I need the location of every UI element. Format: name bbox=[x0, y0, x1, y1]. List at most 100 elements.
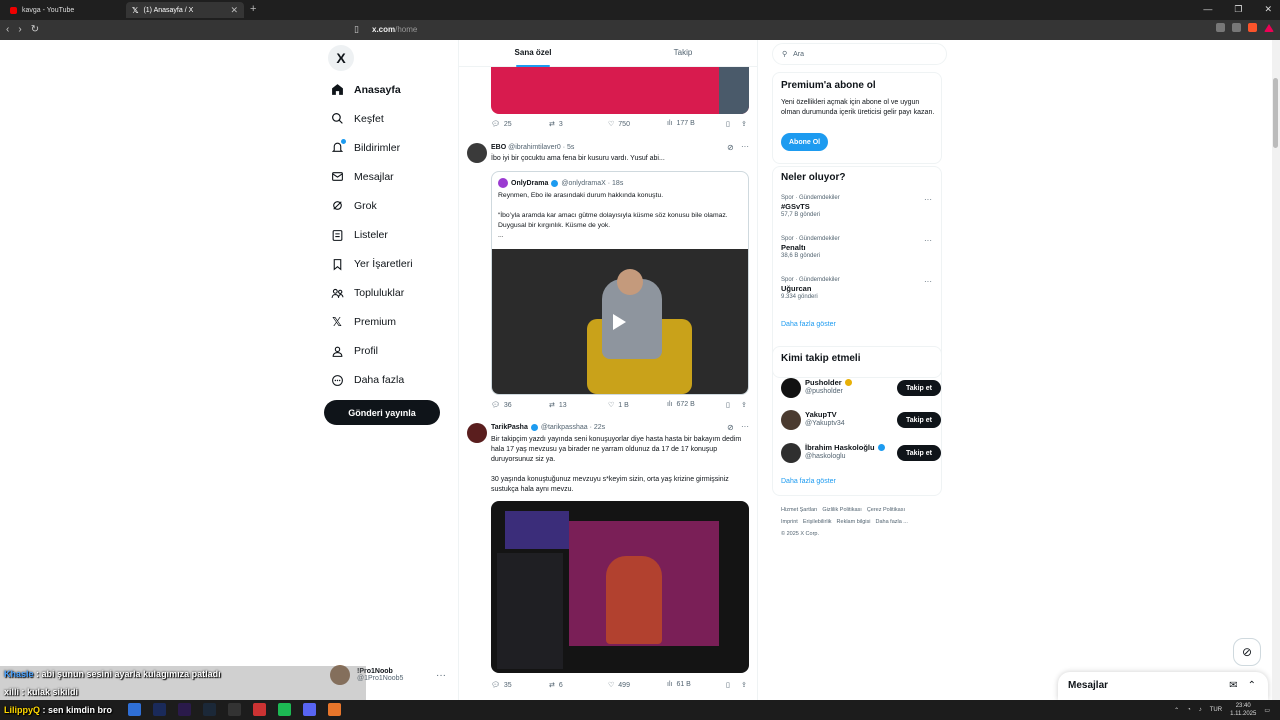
views-button[interactable]: ılı 61 B bbox=[667, 681, 691, 688]
reply-button[interactable]: 💬︎ 36 bbox=[491, 401, 512, 410]
nav-item-communities[interactable]: Topluluklar bbox=[330, 279, 413, 308]
chevron-up-icon[interactable]: ⌃ bbox=[1174, 707, 1179, 714]
repost-button[interactable]: ⇄ 13 bbox=[549, 401, 567, 410]
like-button[interactable]: ♡ 1 B bbox=[608, 401, 629, 410]
footer-link[interactable]: Gizlilik Politikası bbox=[822, 507, 861, 513]
trend-item[interactable]: Spor · Gündemdekiler #GSvTS 57,7 B gönderi… bbox=[781, 195, 936, 218]
discord-icon[interactable] bbox=[303, 703, 316, 716]
follow-button[interactable]: Takip et bbox=[897, 412, 941, 428]
share-button[interactable]: ⇪ bbox=[741, 401, 747, 409]
avatar[interactable] bbox=[467, 143, 487, 163]
photoshop-icon[interactable] bbox=[153, 703, 166, 716]
video-player[interactable] bbox=[492, 249, 748, 394]
bookmark-button[interactable]: ▯ bbox=[726, 401, 730, 409]
more-icon[interactable]: ··· bbox=[741, 422, 749, 431]
footer-link[interactable]: Daha fazla ... bbox=[875, 519, 907, 525]
nav-item-explore[interactable]: Keşfet bbox=[330, 104, 413, 133]
tab-following[interactable]: Takip bbox=[609, 48, 757, 57]
follow-suggestion[interactable]: YakupTV @Yakuptv34 Takip et bbox=[781, 409, 941, 431]
app-icon[interactable] bbox=[253, 703, 266, 716]
reply-button[interactable]: 💬︎ 25 bbox=[491, 120, 512, 129]
grok-icon[interactable]: ⊘ bbox=[727, 423, 734, 432]
x-logo-icon[interactable]: X bbox=[328, 45, 354, 71]
more-icon[interactable]: ··· bbox=[924, 195, 932, 204]
expand-icon[interactable]: ⌃ bbox=[1248, 680, 1256, 691]
repost-button[interactable]: ⇄ 6 bbox=[549, 681, 563, 690]
subscribe-button[interactable]: Abone Ol bbox=[781, 133, 829, 151]
share-button[interactable]: ⇪ bbox=[741, 681, 747, 689]
wifi-icon[interactable]: ◔ bbox=[1187, 707, 1191, 713]
bookmark-button[interactable]: ▯ bbox=[726, 681, 730, 689]
spotify-icon[interactable] bbox=[278, 703, 291, 716]
play-icon[interactable] bbox=[613, 314, 626, 330]
notification-center-icon[interactable]: ▭ bbox=[1264, 707, 1270, 714]
views-button[interactable]: ılı 177 B bbox=[667, 120, 695, 127]
post-button[interactable]: Gönderi yayınla bbox=[324, 400, 440, 425]
avatar[interactable] bbox=[467, 423, 487, 443]
more-icon[interactable]: ··· bbox=[924, 236, 932, 245]
footer-link[interactable]: Imprint bbox=[781, 519, 798, 525]
share-icon[interactable] bbox=[1232, 23, 1241, 32]
tab-for-you[interactable]: Sana özel bbox=[459, 48, 607, 67]
after-effects-icon[interactable] bbox=[178, 703, 191, 716]
close-window-button[interactable]: ✕ bbox=[1264, 4, 1272, 15]
nav-item-notifications[interactable]: Bildirimler bbox=[330, 133, 413, 162]
url-field[interactable]: x.com/home bbox=[372, 25, 417, 34]
nav-item-messages[interactable]: Mesajlar bbox=[330, 162, 413, 191]
follow-button[interactable]: Takip et bbox=[897, 380, 941, 396]
footer-link[interactable]: Hizmet Şartları bbox=[781, 507, 817, 513]
repost-button[interactable]: ⇄ 3 bbox=[549, 120, 563, 129]
show-more-suggestions-link[interactable]: Daha fazla göster bbox=[781, 478, 836, 485]
volume-icon[interactable]: ♪ bbox=[1199, 707, 1202, 713]
forward-icon[interactable]: › bbox=[18, 24, 21, 35]
brave-shield-icon[interactable] bbox=[1248, 23, 1257, 32]
rewards-icon[interactable] bbox=[1264, 23, 1274, 32]
app-icon[interactable] bbox=[228, 703, 241, 716]
follow-button[interactable]: Takip et bbox=[897, 445, 941, 461]
new-message-icon[interactable]: ✉ bbox=[1229, 680, 1237, 691]
views-button[interactable]: ılı 672 B bbox=[667, 401, 695, 408]
nav-item-home[interactable]: Anasayfa bbox=[330, 75, 413, 104]
trend-item[interactable]: Spor · Gündemdekiler Uğurcan 9.334 gönderi… bbox=[781, 277, 936, 300]
bookmark-button[interactable]: ▯ bbox=[726, 120, 730, 128]
like-button[interactable]: ♡ 750 bbox=[608, 120, 630, 129]
nav-item-premium[interactable]: 𝕏 Premium bbox=[330, 308, 413, 337]
tab-youtube[interactable]: kavga - YouTube bbox=[4, 2, 122, 18]
nav-item-bookmarks[interactable]: Yer İşaretleri bbox=[330, 250, 413, 279]
search-input[interactable]: ⚲ Ara bbox=[772, 43, 947, 65]
nav-item-lists[interactable]: Listeler bbox=[330, 220, 413, 249]
more-icon[interactable]: ··· bbox=[924, 277, 932, 286]
maximize-button[interactable]: ❐ bbox=[1234, 4, 1242, 15]
reply-button[interactable]: 💬︎ 35 bbox=[491, 681, 512, 690]
close-tab-icon[interactable]: ✕ bbox=[230, 5, 238, 16]
grok-fab-button[interactable]: ⊘ bbox=[1233, 638, 1261, 666]
minimize-button[interactable]: — bbox=[1203, 4, 1212, 15]
x-app-icon[interactable] bbox=[128, 703, 141, 716]
video-player[interactable] bbox=[491, 501, 749, 673]
author-name[interactable]: TarikPasha bbox=[491, 424, 528, 431]
author-name[interactable]: EBO bbox=[491, 144, 506, 151]
account-more-icon[interactable]: ··· bbox=[436, 670, 446, 681]
more-icon[interactable]: ··· bbox=[741, 142, 749, 151]
quoted-post[interactable]: OnlyDrama @onlydramaX · 18s Reynmen, Ebo … bbox=[491, 171, 749, 395]
footer-link[interactable]: Reklam bilgisi bbox=[837, 519, 871, 525]
steam-icon[interactable] bbox=[203, 703, 216, 716]
footer-link[interactable]: Çerez Politikası bbox=[867, 507, 905, 513]
grok-icon[interactable]: ⊘ bbox=[727, 143, 734, 152]
tab-x-home[interactable]: 𝕏 (1) Anasayfa / X ✕ bbox=[126, 2, 244, 18]
back-icon[interactable]: ‹ bbox=[6, 24, 9, 35]
trend-item[interactable]: Spor · Gündemdekiler Penaltı 38,6 B gönder… bbox=[781, 236, 936, 259]
show-more-trends-link[interactable]: Daha fazla göster bbox=[781, 321, 836, 328]
app-icon[interactable] bbox=[328, 703, 341, 716]
follow-suggestion[interactable]: Pusholder @pusholder Takip et bbox=[781, 377, 941, 399]
language-indicator[interactable]: TUR bbox=[1210, 707, 1222, 713]
share-button[interactable]: ⇪ bbox=[741, 120, 747, 128]
clock[interactable]: 23:40 1.11.2025 bbox=[1230, 702, 1256, 718]
follow-suggestion[interactable]: İbrahim Haskoloğlu @haskologlu Takip et bbox=[781, 442, 941, 464]
nav-item-grok[interactable]: Grok bbox=[330, 191, 413, 220]
footer-link[interactable]: Erişilebilirlik bbox=[803, 519, 832, 525]
new-tab-button[interactable]: + bbox=[250, 3, 256, 15]
scrollbar-thumb[interactable] bbox=[1273, 78, 1278, 148]
cast-icon[interactable] bbox=[1216, 23, 1225, 32]
like-button[interactable]: ♡ 499 bbox=[608, 681, 630, 690]
